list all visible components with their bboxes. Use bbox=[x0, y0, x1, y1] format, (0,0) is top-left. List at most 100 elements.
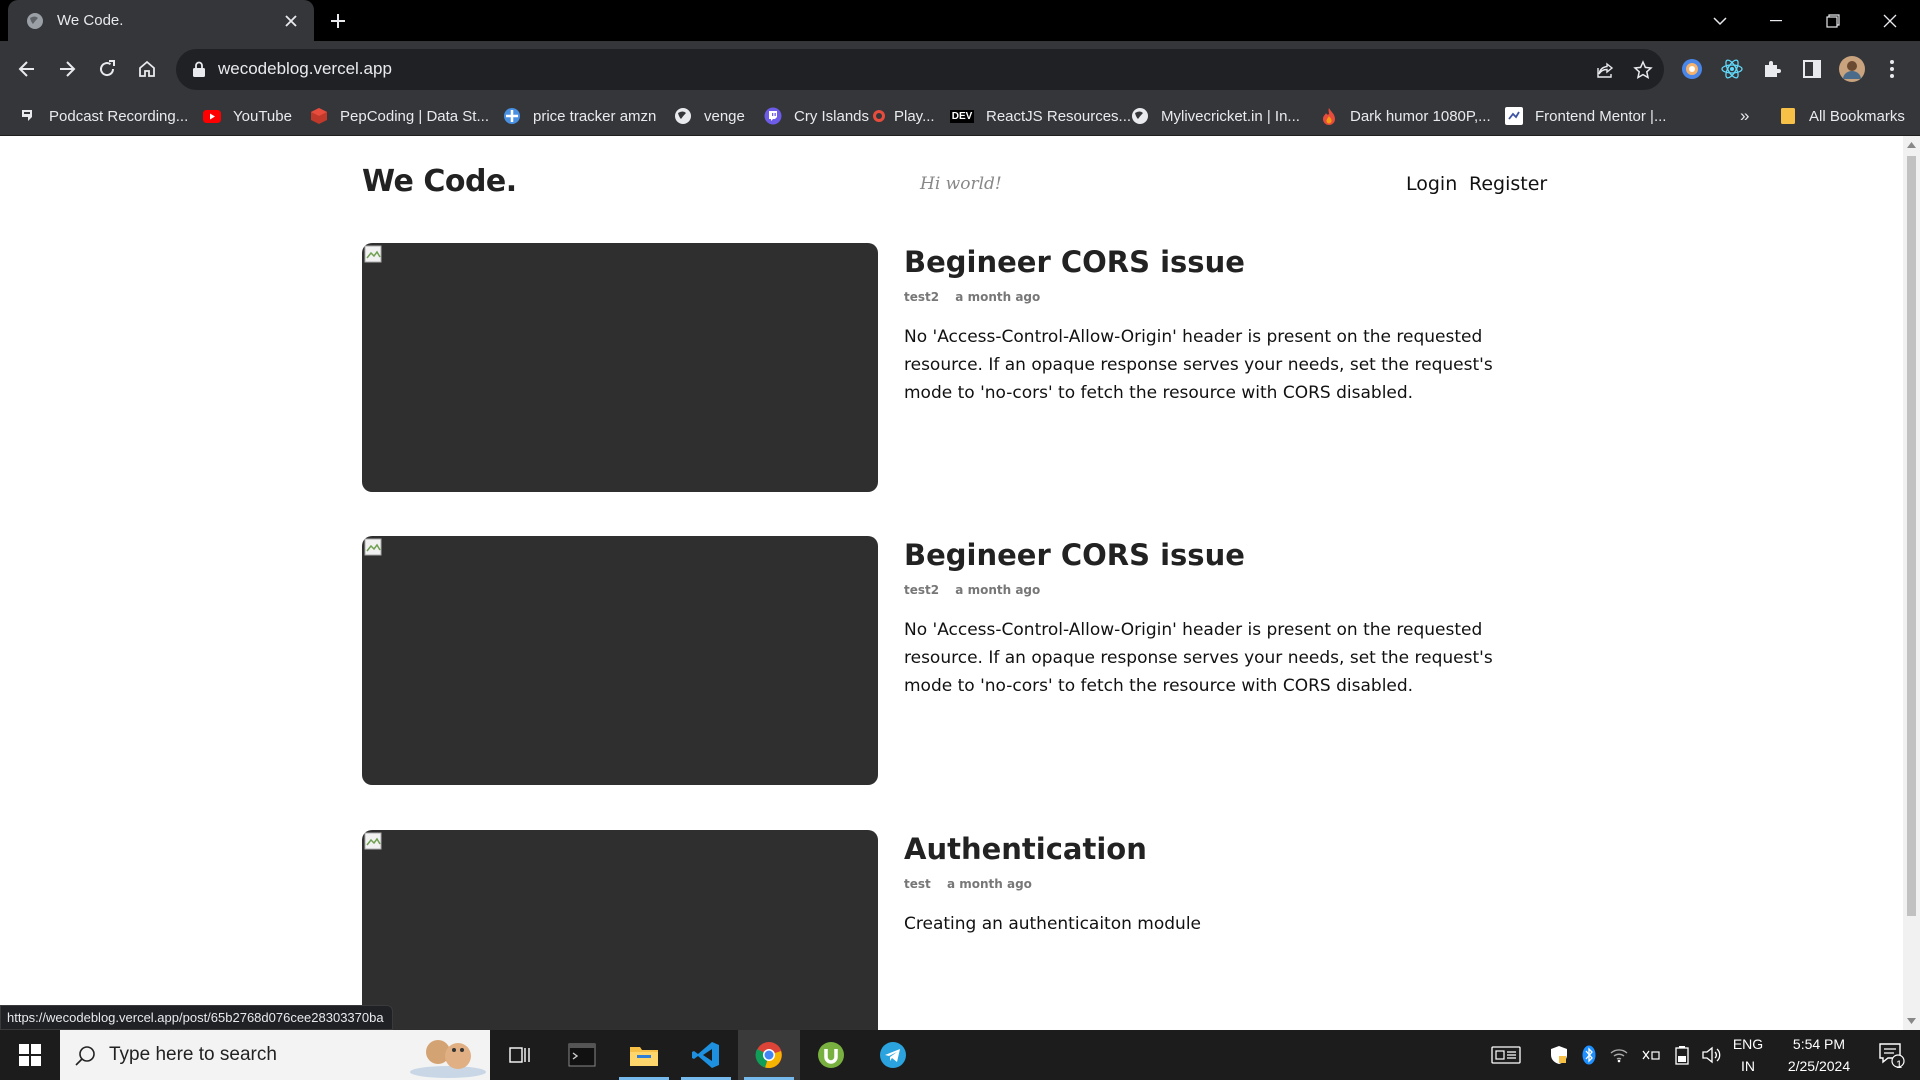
scroll-up-icon[interactable] bbox=[1907, 140, 1916, 149]
flame-icon bbox=[1320, 107, 1338, 125]
tab-search-icon[interactable] bbox=[1692, 0, 1748, 41]
telegram-icon[interactable] bbox=[862, 1030, 924, 1080]
post-author[interactable]: test2 bbox=[904, 583, 939, 597]
language-indicator[interactable]: ENG IN bbox=[1728, 1033, 1768, 1077]
search-highlight-illustration bbox=[410, 1040, 486, 1078]
notification-count: 1 bbox=[1896, 1059, 1903, 1071]
pepcoding-icon bbox=[310, 107, 328, 125]
twitch-icon bbox=[764, 107, 782, 125]
post-summary: No 'Access-Control-Allow-Origin' header … bbox=[904, 327, 1493, 403]
back-icon[interactable] bbox=[11, 53, 43, 85]
new-tab-button[interactable] bbox=[326, 9, 350, 33]
address-bar[interactable]: wecodeblog.vercel.app bbox=[176, 49, 1664, 90]
bookmark-pepcoding[interactable]: PepCoding | Data St... bbox=[310, 98, 489, 134]
post-time: a month ago bbox=[946, 877, 1032, 891]
login-link[interactable]: Login bbox=[1406, 173, 1457, 195]
bookmark-cry-islands[interactable]: Cry Islands bbox=[764, 98, 869, 134]
page-viewport: We Code. Hi world! Login Register Begine… bbox=[0, 136, 1903, 1030]
post-time: a month ago bbox=[955, 583, 1041, 597]
browser-tab[interactable]: We Code. bbox=[8, 0, 314, 41]
clock[interactable]: 5:54 PM 2/25/2024 bbox=[1772, 1033, 1866, 1077]
volume-icon[interactable] bbox=[1696, 1030, 1726, 1080]
bookmark-venge[interactable]: venge bbox=[674, 98, 745, 134]
search-placeholder: Type here to search bbox=[109, 1044, 277, 1065]
bookmarks-overflow-button[interactable]: » bbox=[1740, 98, 1749, 134]
status-bar-url: https://wecodeblog.vercel.app/post/65b27… bbox=[0, 1005, 393, 1030]
all-bookmarks-button[interactable]: All Bookmarks bbox=[1779, 98, 1905, 134]
file-explorer-icon[interactable] bbox=[613, 1030, 675, 1080]
reload-icon[interactable] bbox=[91, 53, 123, 85]
scrollbar-thumb[interactable] bbox=[1907, 156, 1916, 916]
avatar[interactable] bbox=[1837, 54, 1867, 84]
post-thumbnail[interactable] bbox=[362, 536, 878, 785]
side-panel-icon[interactable] bbox=[1797, 54, 1827, 84]
news-widget-icon[interactable] bbox=[1484, 1030, 1528, 1080]
react-devtools-icon[interactable] bbox=[1717, 54, 1747, 84]
globe-icon bbox=[674, 107, 692, 125]
chrome-icon[interactable] bbox=[738, 1030, 800, 1080]
post-thumbnail[interactable] bbox=[362, 830, 878, 1030]
bookmark-play[interactable]: Play... bbox=[870, 98, 935, 134]
globe-icon bbox=[1131, 107, 1149, 125]
windows-icon bbox=[19, 1044, 41, 1066]
post-author[interactable]: test2 bbox=[904, 290, 939, 304]
browser-titlebar: We Code. bbox=[0, 0, 1920, 41]
bookmark-frontend-mentor[interactable]: Frontend Mentor |... bbox=[1505, 98, 1666, 134]
bookmark-dark-humor[interactable]: Dark humor 1080P,... bbox=[1320, 98, 1491, 134]
post-meta: test a month ago bbox=[904, 877, 1044, 891]
post-card[interactable]: Begineer CORS issue test2 a month ago No… bbox=[362, 536, 1538, 786]
post-title[interactable]: Begineer CORS issue bbox=[904, 245, 1245, 279]
taskbar: Type here to search ENG IN 5:54 PM 2/25/… bbox=[0, 1030, 1920, 1080]
terminal-app-icon[interactable] bbox=[551, 1030, 613, 1080]
post-thumbnail[interactable] bbox=[362, 243, 878, 492]
post-summary: No 'Access-Control-Allow-Origin' header … bbox=[904, 620, 1493, 696]
home-icon[interactable] bbox=[131, 53, 163, 85]
folder-icon bbox=[1779, 107, 1797, 125]
bookmark-star-icon[interactable] bbox=[1631, 58, 1655, 82]
bookmark-podcast[interactable]: Podcast Recording... bbox=[19, 98, 188, 134]
page-scrollbar[interactable] bbox=[1903, 136, 1920, 1030]
extension-shield-icon[interactable] bbox=[1677, 54, 1707, 84]
restore-icon[interactable] bbox=[1805, 0, 1861, 41]
bookmark-youtube[interactable]: YouTube bbox=[203, 98, 292, 134]
dev-icon: DEV bbox=[949, 109, 975, 123]
menu-kebab-icon[interactable] bbox=[1877, 54, 1907, 84]
post-title[interactable]: Begineer CORS issue bbox=[904, 538, 1245, 572]
bookmark-reactjs-resources[interactable]: DEV ReactJS Resources... bbox=[949, 98, 1131, 134]
frontend-mentor-icon bbox=[1505, 107, 1523, 125]
globe-icon bbox=[26, 12, 44, 30]
start-button[interactable] bbox=[0, 1030, 60, 1080]
site-logo[interactable]: We Code. bbox=[362, 164, 517, 199]
vscode-icon[interactable] bbox=[675, 1030, 737, 1080]
close-window-icon[interactable] bbox=[1862, 0, 1918, 41]
wifi-icon[interactable] bbox=[1604, 1030, 1634, 1080]
utorrent-icon[interactable] bbox=[800, 1030, 862, 1080]
tab-close-icon[interactable] bbox=[282, 12, 300, 30]
post-card[interactable]: Authentication test a month ago Creating… bbox=[362, 830, 1538, 1030]
share-icon[interactable] bbox=[1594, 58, 1618, 82]
notification-center-icon[interactable]: 1 bbox=[1870, 1030, 1914, 1080]
post-card[interactable]: Begineer CORS issue test2 a month ago No… bbox=[362, 243, 1538, 493]
forward-icon[interactable] bbox=[51, 53, 83, 85]
scroll-down-icon[interactable] bbox=[1907, 1016, 1916, 1025]
post-author[interactable]: test bbox=[904, 877, 931, 891]
task-view-icon[interactable] bbox=[489, 1030, 551, 1080]
lock-icon[interactable] bbox=[192, 61, 208, 78]
bookmarks-bar: Podcast Recording... YouTube PepCoding |… bbox=[0, 98, 1920, 136]
post-meta: test2 a month ago bbox=[904, 290, 1052, 304]
clock-time: 5:54 PM bbox=[1792, 1036, 1846, 1052]
post-title[interactable]: Authentication bbox=[904, 832, 1147, 866]
ime-icon[interactable] bbox=[1636, 1030, 1666, 1080]
minimize-icon[interactable] bbox=[1748, 0, 1804, 41]
taskbar-search[interactable]: Type here to search bbox=[60, 1030, 490, 1080]
security-shield-icon[interactable] bbox=[1544, 1030, 1574, 1080]
broken-image-icon bbox=[364, 832, 384, 852]
extensions-puzzle-icon[interactable] bbox=[1757, 54, 1787, 84]
broken-image-icon bbox=[364, 245, 384, 265]
register-link[interactable]: Register bbox=[1469, 173, 1547, 195]
bluetooth-icon[interactable] bbox=[1576, 1030, 1602, 1080]
bookmark-price-tracker[interactable]: price tracker amzn bbox=[503, 98, 656, 134]
battery-icon[interactable] bbox=[1668, 1030, 1696, 1080]
bookmark-mylivecricket[interactable]: Mylivecricket.in | In... bbox=[1131, 98, 1300, 134]
broken-image-icon bbox=[364, 538, 384, 558]
